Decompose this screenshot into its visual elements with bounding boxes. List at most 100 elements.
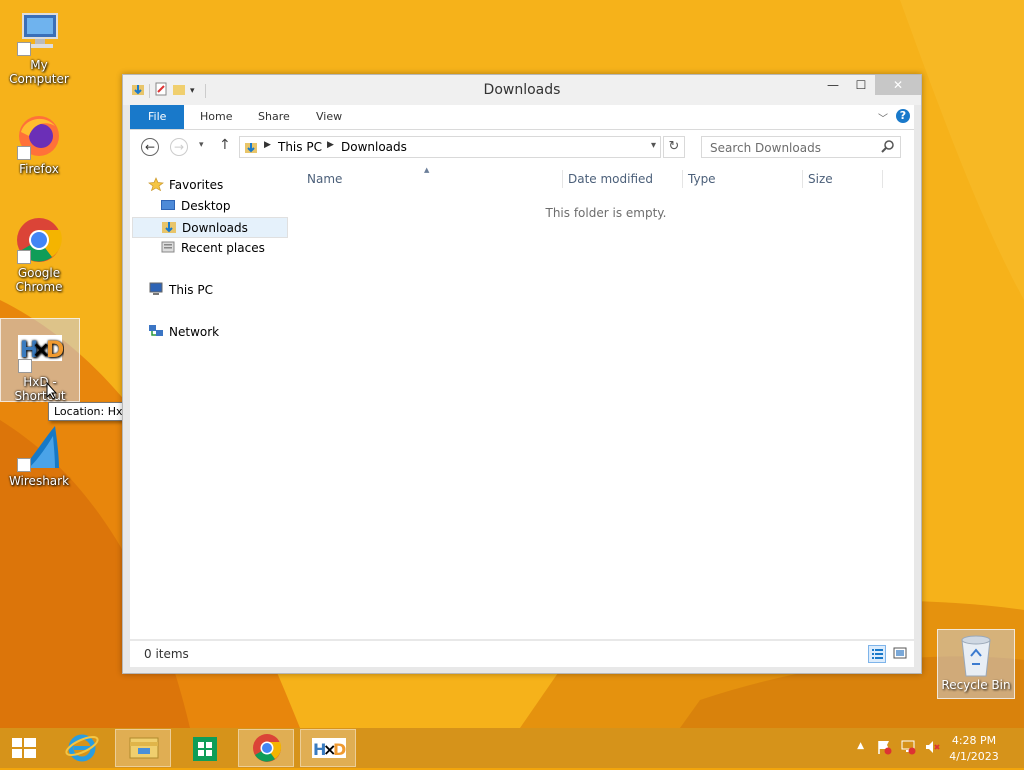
nav-this-pc[interactable]: This PC xyxy=(148,280,213,301)
this-pc-icon xyxy=(148,282,164,296)
recent-places-icon xyxy=(160,240,176,254)
network-status-icon[interactable] xyxy=(900,739,916,758)
tab-home[interactable]: Home xyxy=(188,105,244,129)
recycle-bin-label: Recycle Bin xyxy=(941,678,1011,692)
desktop-icon-recycle-bin[interactable]: Recycle Bin xyxy=(937,629,1015,699)
file-explorer-icon xyxy=(129,737,159,759)
search-box[interactable] xyxy=(701,136,901,158)
computer-icon xyxy=(15,8,63,56)
search-icon[interactable] xyxy=(881,140,894,156)
desktop-icon-label: Google Chrome xyxy=(15,266,63,294)
network-icon xyxy=(148,324,164,338)
chrome-icon xyxy=(15,216,63,264)
chrome-icon xyxy=(253,734,282,762)
firefox-icon xyxy=(15,112,63,160)
column-header-type[interactable]: Type xyxy=(688,170,716,188)
recycle-bin-icon xyxy=(956,634,996,678)
explorer-window: ▾ Downloads — ☐ ✕ File Home Share View ﹀… xyxy=(122,74,922,674)
taskbar: H × D ▲ 4:28 PM 4/1/2023 xyxy=(0,728,1024,768)
desktop-icon-wireshark[interactable]: Wireshark xyxy=(0,424,78,488)
content-area: Favorites Desktop Downloads Recent place… xyxy=(130,164,914,639)
desktop-icon-label: My Computer xyxy=(9,58,69,86)
breadcrumb-separator-icon: ▶ xyxy=(264,140,271,150)
downloads-folder-icon xyxy=(161,220,177,234)
close-button[interactable]: ✕ xyxy=(875,75,921,95)
nav-favorites[interactable]: Favorites xyxy=(148,175,223,196)
desktop-icon-firefox[interactable]: Firefox xyxy=(0,112,78,176)
taskbar-file-explorer[interactable] xyxy=(115,729,171,767)
store-icon xyxy=(193,737,217,761)
navigation-bar: ← → ▾ ↑ ▶ This PC ▶ Downloads ▾ ↻ xyxy=(130,130,914,164)
help-icon[interactable]: ? xyxy=(896,109,910,123)
hxd-icon: H×D xyxy=(16,325,64,373)
taskbar-internet-explorer[interactable] xyxy=(54,729,110,767)
expand-ribbon-icon[interactable]: ﹀ xyxy=(878,110,888,125)
nav-network-label: Network xyxy=(169,325,220,339)
nav-downloads[interactable]: Downloads xyxy=(132,217,288,238)
maximize-button[interactable]: ☐ xyxy=(847,75,875,95)
show-hidden-icons-icon[interactable]: ▲ xyxy=(857,741,864,751)
title-bar[interactable]: ▾ Downloads — ☐ ✕ xyxy=(123,75,921,105)
taskbar-hxd[interactable]: H × D xyxy=(300,729,356,767)
nav-desktop[interactable]: Desktop xyxy=(160,196,231,217)
up-arrow-icon[interactable]: ↑ xyxy=(219,137,231,153)
file-list: ▲ Name Date modified Type Size This fold… xyxy=(298,164,914,639)
start-button[interactable] xyxy=(0,729,48,767)
nav-downloads-label: Downloads xyxy=(182,221,248,235)
desktop-icon-label: Wireshark xyxy=(8,474,70,488)
ribbon: File Home Share View ﹀ ? xyxy=(130,105,914,130)
windows-logo-icon xyxy=(12,738,36,758)
item-count: 0 items xyxy=(144,647,189,661)
tab-view[interactable]: View xyxy=(304,105,354,129)
desktop-icon-label: HxD - Shortcut xyxy=(14,375,66,403)
mouse-cursor-icon xyxy=(46,382,58,400)
tab-share[interactable]: Share xyxy=(246,105,302,129)
taskbar-clock[interactable]: 4:28 PM 4/1/2023 xyxy=(944,733,1004,765)
window-title: Downloads xyxy=(483,82,561,98)
desktop-icon-google-chrome[interactable]: Google Chrome xyxy=(0,216,78,294)
hxd-icon: H×D xyxy=(312,738,346,759)
star-icon xyxy=(148,177,164,192)
navigation-pane: Favorites Desktop Downloads Recent place… xyxy=(130,164,290,639)
column-header-date-modified[interactable]: Date modified xyxy=(568,170,653,188)
volume-muted-icon[interactable] xyxy=(924,739,940,758)
forward-button[interactable]: → xyxy=(170,138,188,156)
large-icons-view-button[interactable] xyxy=(892,645,910,663)
clock-time: 4:28 PM xyxy=(951,734,997,747)
nav-recent-places[interactable]: Recent places xyxy=(160,238,265,259)
status-bar: 0 items xyxy=(130,641,914,667)
search-input[interactable] xyxy=(708,140,872,156)
wireshark-icon xyxy=(15,424,63,472)
refresh-button[interactable]: ↻ xyxy=(663,136,685,158)
nav-this-pc-label: This PC xyxy=(169,283,213,297)
desktop-icon-label: Firefox xyxy=(19,162,59,176)
address-dropdown-icon[interactable]: ▾ xyxy=(651,140,656,151)
action-center-flag-icon[interactable] xyxy=(876,739,892,758)
desktop-icon-hxd-shortcut[interactable]: H × D HxD - Shortcut xyxy=(0,318,80,403)
clock-date: 4/1/2023 xyxy=(949,750,999,763)
column-header-size[interactable]: Size xyxy=(808,170,833,188)
taskbar-google-chrome[interactable] xyxy=(238,729,294,767)
column-header-name[interactable]: Name xyxy=(307,170,342,188)
desktop-icon-my-computer[interactable]: My Computer xyxy=(0,8,78,86)
address-bar[interactable]: ▶ This PC ▶ Downloads ▾ xyxy=(239,136,661,158)
internet-explorer-icon xyxy=(65,734,99,762)
nav-network[interactable]: Network xyxy=(148,322,219,343)
recent-locations-icon[interactable]: ▾ xyxy=(199,140,204,150)
svg-text:D: D xyxy=(46,338,64,363)
nav-favorites-label: Favorites xyxy=(169,178,224,192)
svg-text:D: D xyxy=(333,740,346,759)
desktop-folder-icon xyxy=(160,198,176,212)
tab-file[interactable]: File xyxy=(130,105,185,129)
taskbar-store[interactable] xyxy=(177,729,233,767)
sort-indicator-icon: ▲ xyxy=(424,166,430,174)
breadcrumb-this-pc[interactable]: This PC xyxy=(278,140,322,154)
empty-folder-message: This folder is empty. xyxy=(545,206,667,220)
back-button[interactable]: ← xyxy=(141,138,159,156)
nav-desktop-label: Desktop xyxy=(181,199,231,213)
nav-recent-label: Recent places xyxy=(181,241,265,255)
breadcrumb-downloads[interactable]: Downloads xyxy=(341,140,407,154)
details-view-button[interactable] xyxy=(868,645,886,663)
minimize-button[interactable]: — xyxy=(819,75,847,95)
breadcrumb-separator-icon: ▶ xyxy=(327,140,334,150)
